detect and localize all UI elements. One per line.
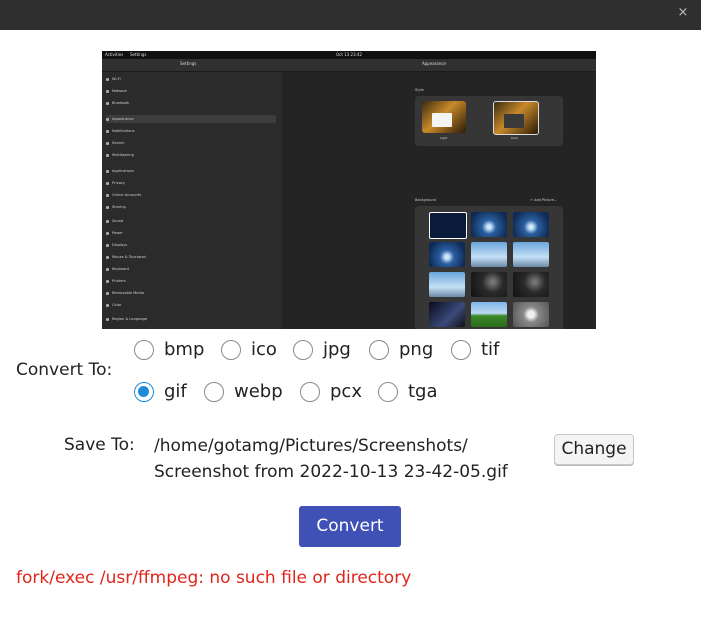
preview-sidebar-item: Network: [106, 87, 276, 95]
radio-label-pcx[interactable]: pcx: [330, 380, 362, 404]
preview-wallpaper-thumb: [471, 242, 507, 267]
preview-main: Appearance Style Light Dark Background +…: [282, 59, 596, 329]
radio-bmp[interactable]: [134, 340, 154, 360]
save-to-label: Save To:: [64, 435, 135, 455]
change-button[interactable]: Change: [554, 434, 634, 465]
preview-style-light-caption: Light: [440, 136, 448, 140]
preview-style-box: Light Dark: [415, 96, 563, 146]
preview-sidebar-item: Keyboard: [106, 265, 276, 273]
preview-sidebar-item: Search: [106, 139, 276, 147]
radio-pcx[interactable]: [300, 382, 320, 402]
preview-sidebar: Settings Wi-Fi Network Bluetooth Appearance…: [102, 59, 282, 329]
radio-jpg[interactable]: [293, 340, 313, 360]
preview-style-label: Style: [415, 88, 424, 92]
preview-sidebar-item: Wi-Fi: [106, 75, 276, 83]
preview-wallpaper-thumb: [429, 302, 465, 327]
preview-wallpaper-thumb: [471, 302, 507, 327]
preview-wallpaper-thumb: [513, 242, 549, 267]
radio-label-tif[interactable]: tif: [481, 338, 499, 362]
radio-tif[interactable]: [451, 340, 471, 360]
convert-button[interactable]: Convert: [299, 506, 401, 547]
preview-wallpaper-thumb: [471, 212, 507, 237]
radio-label-webp[interactable]: webp: [234, 380, 283, 404]
preview-sidebar-item: Bluetooth: [106, 99, 276, 107]
preview-sidebar-item: Privacy: [106, 179, 276, 187]
radio-label-jpg[interactable]: jpg: [323, 338, 351, 362]
window-titlebar: ×: [0, 0, 701, 30]
preview-add-picture: + Add Picture...: [530, 198, 558, 202]
preview-sidebar-item: Power: [106, 229, 276, 237]
radio-label-png[interactable]: png: [399, 338, 433, 362]
preview-sidebar-item: Sharing: [106, 203, 276, 211]
preview-sidebar-item: Online Accounts: [106, 191, 276, 199]
preview-sidebar-item: Multitasking: [106, 151, 276, 159]
preview-sidebar-item: Mouse & Touchpad: [106, 253, 276, 261]
radio-label-ico[interactable]: ico: [251, 338, 277, 362]
preview-wallpaper-thumb: [429, 242, 465, 267]
preview-activities: Activities: [105, 52, 124, 57]
preview-sidebar-item: Removable Media: [106, 289, 276, 297]
preview-sidebar-item: Appearance: [106, 115, 276, 123]
preview-main-header: Appearance: [282, 59, 596, 72]
image-preview: Activities Settings Oct 13 23:42 Setting…: [102, 51, 596, 329]
preview-wallpaper-thumb: [429, 272, 465, 297]
preview-sidebar-title: Settings: [180, 61, 197, 66]
radio-webp[interactable]: [204, 382, 224, 402]
close-icon[interactable]: ×: [673, 3, 693, 23]
preview-sidebar-item: Accessibility: [106, 327, 276, 329]
preview-sidebar-header: Settings: [102, 59, 282, 72]
radio-label-tga[interactable]: tga: [408, 380, 438, 404]
preview-background-grid: [415, 206, 563, 329]
preview-sidebar-item: Applications: [106, 167, 276, 175]
preview-settings-app: Settings: [130, 52, 147, 57]
preview-wallpaper-thumb: [513, 302, 549, 327]
preview-background-label: Background: [415, 198, 436, 202]
preview-style-light-thumb: [422, 101, 466, 133]
error-message: fork/exec /usr/ffmpeg: no such file or d…: [16, 568, 412, 588]
preview-wallpaper-thumb: [513, 272, 549, 297]
convert-to-label: Convert To:: [16, 360, 113, 380]
preview-sidebar-item: Printers: [106, 277, 276, 285]
radio-ico[interactable]: [221, 340, 241, 360]
preview-style-dark-caption: Dark: [511, 136, 519, 140]
radio-png[interactable]: [369, 340, 389, 360]
preview-clock: Oct 13 23:42: [336, 52, 363, 57]
radio-gif[interactable]: [134, 382, 154, 402]
preview-topbar: Activities Settings Oct 13 23:42: [102, 51, 596, 59]
radio-label-bmp[interactable]: bmp: [164, 338, 204, 362]
preview-sidebar-item: Displays: [106, 241, 276, 249]
preview-sidebar-item: Notifications: [106, 127, 276, 135]
preview-wallpaper-thumb: [471, 272, 507, 297]
preview-sidebar-item: Color: [106, 301, 276, 309]
preview-main-title: Appearance: [422, 61, 447, 66]
save-path-line1: /home/gotamg/Pictures/Screenshots/: [154, 436, 468, 456]
radio-tga[interactable]: [378, 382, 398, 402]
preview-sidebar-item: Region & Language: [106, 315, 276, 323]
preview-wallpaper-thumb: [513, 212, 549, 237]
save-path-line2: Screenshot from 2022-10-13 23-42-05.gif: [154, 462, 508, 482]
radio-label-gif[interactable]: gif: [164, 380, 187, 404]
preview-sidebar-item: Sound: [106, 217, 276, 225]
preview-wallpaper-thumb: [429, 212, 467, 239]
preview-style-dark-thumb: [493, 101, 539, 135]
